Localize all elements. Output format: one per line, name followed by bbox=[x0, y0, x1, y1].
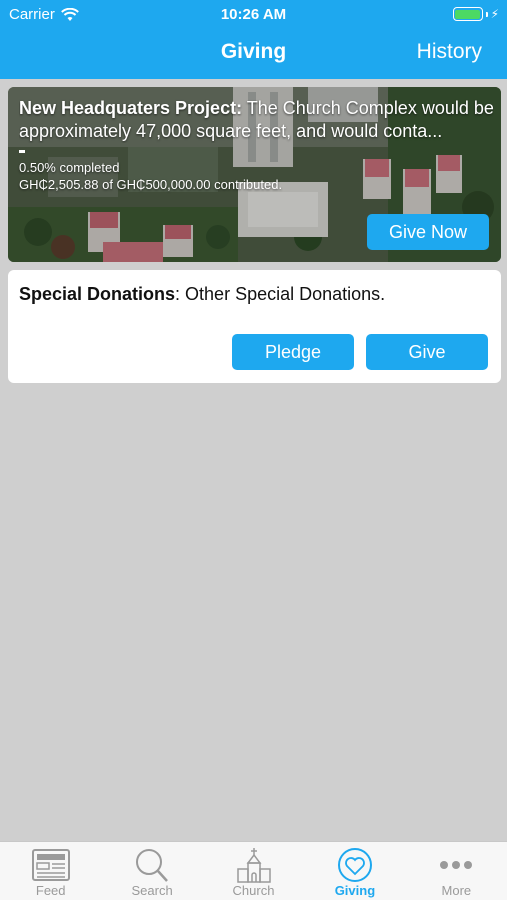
nav-header: Carrier 10:26 AM ⚡ Giving History bbox=[0, 0, 507, 79]
tab-giving-label: Giving bbox=[334, 883, 376, 898]
charging-bolt-icon: ⚡ bbox=[490, 7, 499, 21]
status-time: 10:26 AM bbox=[220, 6, 287, 23]
special-donations-text: Special Donations: Other Special Donatio… bbox=[19, 284, 385, 305]
project-progress-text: 0.50% completed bbox=[19, 160, 120, 175]
project-card[interactable]: New Headquaters Project: The Church Comp… bbox=[8, 87, 501, 262]
tab-search-label: Search bbox=[131, 883, 173, 898]
feed-icon bbox=[31, 849, 70, 881]
special-donations-description: : Other Special Donations. bbox=[175, 284, 386, 304]
project-description: New Headquaters Project: The Church Comp… bbox=[19, 97, 494, 143]
project-contributed-text: GH₵2,505.88 of GH₵500,000.00 contributed… bbox=[19, 177, 283, 192]
special-donations-title: Special Donations bbox=[19, 284, 176, 304]
pledge-button[interactable]: Pledge bbox=[232, 334, 354, 370]
church-icon bbox=[236, 848, 271, 883]
progress-bar-fill bbox=[19, 150, 25, 153]
status-bar: Carrier 10:26 AM ⚡ bbox=[0, 0, 507, 28]
search-icon bbox=[136, 849, 169, 882]
heart-icon bbox=[337, 848, 372, 882]
tab-bar: Feed Search Church Giving More bbox=[0, 841, 507, 900]
tab-giving[interactable]: Giving bbox=[304, 842, 405, 900]
give-button[interactable]: Give bbox=[366, 334, 488, 370]
tab-more-label: More bbox=[441, 883, 472, 898]
tab-search[interactable]: Search bbox=[101, 842, 202, 900]
battery-icon: ⚡ bbox=[452, 7, 499, 21]
tab-church[interactable]: Church bbox=[203, 842, 304, 900]
give-now-button[interactable]: Give Now bbox=[367, 214, 489, 250]
special-donations-card: Special Donations: Other Special Donatio… bbox=[8, 270, 501, 383]
tab-feed-label: Feed bbox=[35, 883, 66, 898]
history-button[interactable]: History bbox=[417, 40, 482, 64]
project-info: New Headquaters Project: The Church Comp… bbox=[19, 97, 494, 193]
more-icon bbox=[440, 861, 473, 869]
tab-church-label: Church bbox=[232, 883, 275, 898]
tab-feed[interactable]: Feed bbox=[0, 842, 101, 900]
project-title: New Headquaters Project: bbox=[19, 98, 243, 118]
tab-more[interactable]: More bbox=[406, 842, 507, 900]
progress-bar bbox=[19, 150, 494, 153]
